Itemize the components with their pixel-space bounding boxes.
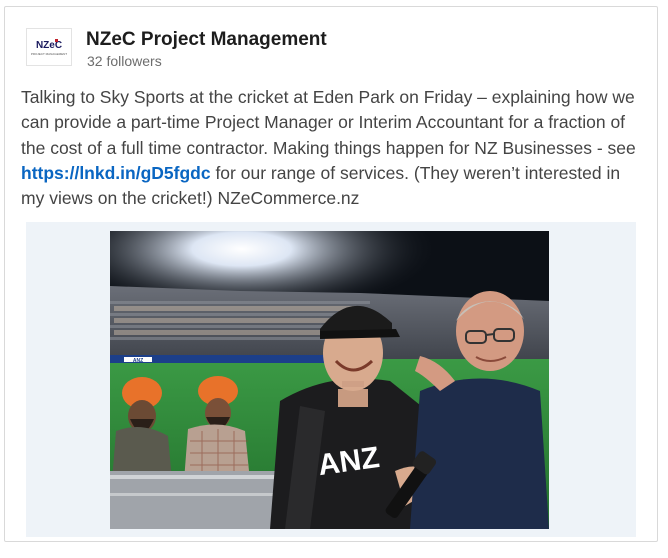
post-text-fragment: for our range of services. (They weren’t… [210, 162, 621, 183]
post-text-line: Talking to Sky Sports at the cricket at … [21, 87, 635, 107]
post-text-line: can provide a part-time Project Manager … [21, 112, 626, 133]
company-logo-graphic: NZeC PROJECT MANAGEMENT [31, 39, 67, 56]
post-text-line: my views on the cricket!) NZeCommerce.nz [21, 188, 360, 209]
logo-subtext: PROJECT MANAGEMENT [31, 52, 67, 56]
follower-count: 32 followers [87, 53, 162, 69]
company-logo[interactable]: NZeC PROJECT MANAGEMENT [26, 28, 72, 66]
services-link[interactable]: https://lnkd.in/gD5fgdc [21, 163, 211, 183]
post-body: Talking to Sky Sports at the cricket at … [21, 85, 651, 211]
boundary-board-text: ANZ [133, 358, 143, 364]
cricket-photo-illustration: ANZ ANZ [110, 231, 549, 529]
post-text-line: https://lnkd.in/gD5fgdc for our range of… [21, 161, 651, 186]
company-name-link[interactable]: NZeC Project Management [86, 29, 327, 51]
post-text-line: the cost of a full time contractor. Maki… [21, 137, 636, 158]
logo-text: NZeC [36, 40, 62, 51]
post-photo[interactable]: ANZ ANZ [110, 231, 549, 529]
